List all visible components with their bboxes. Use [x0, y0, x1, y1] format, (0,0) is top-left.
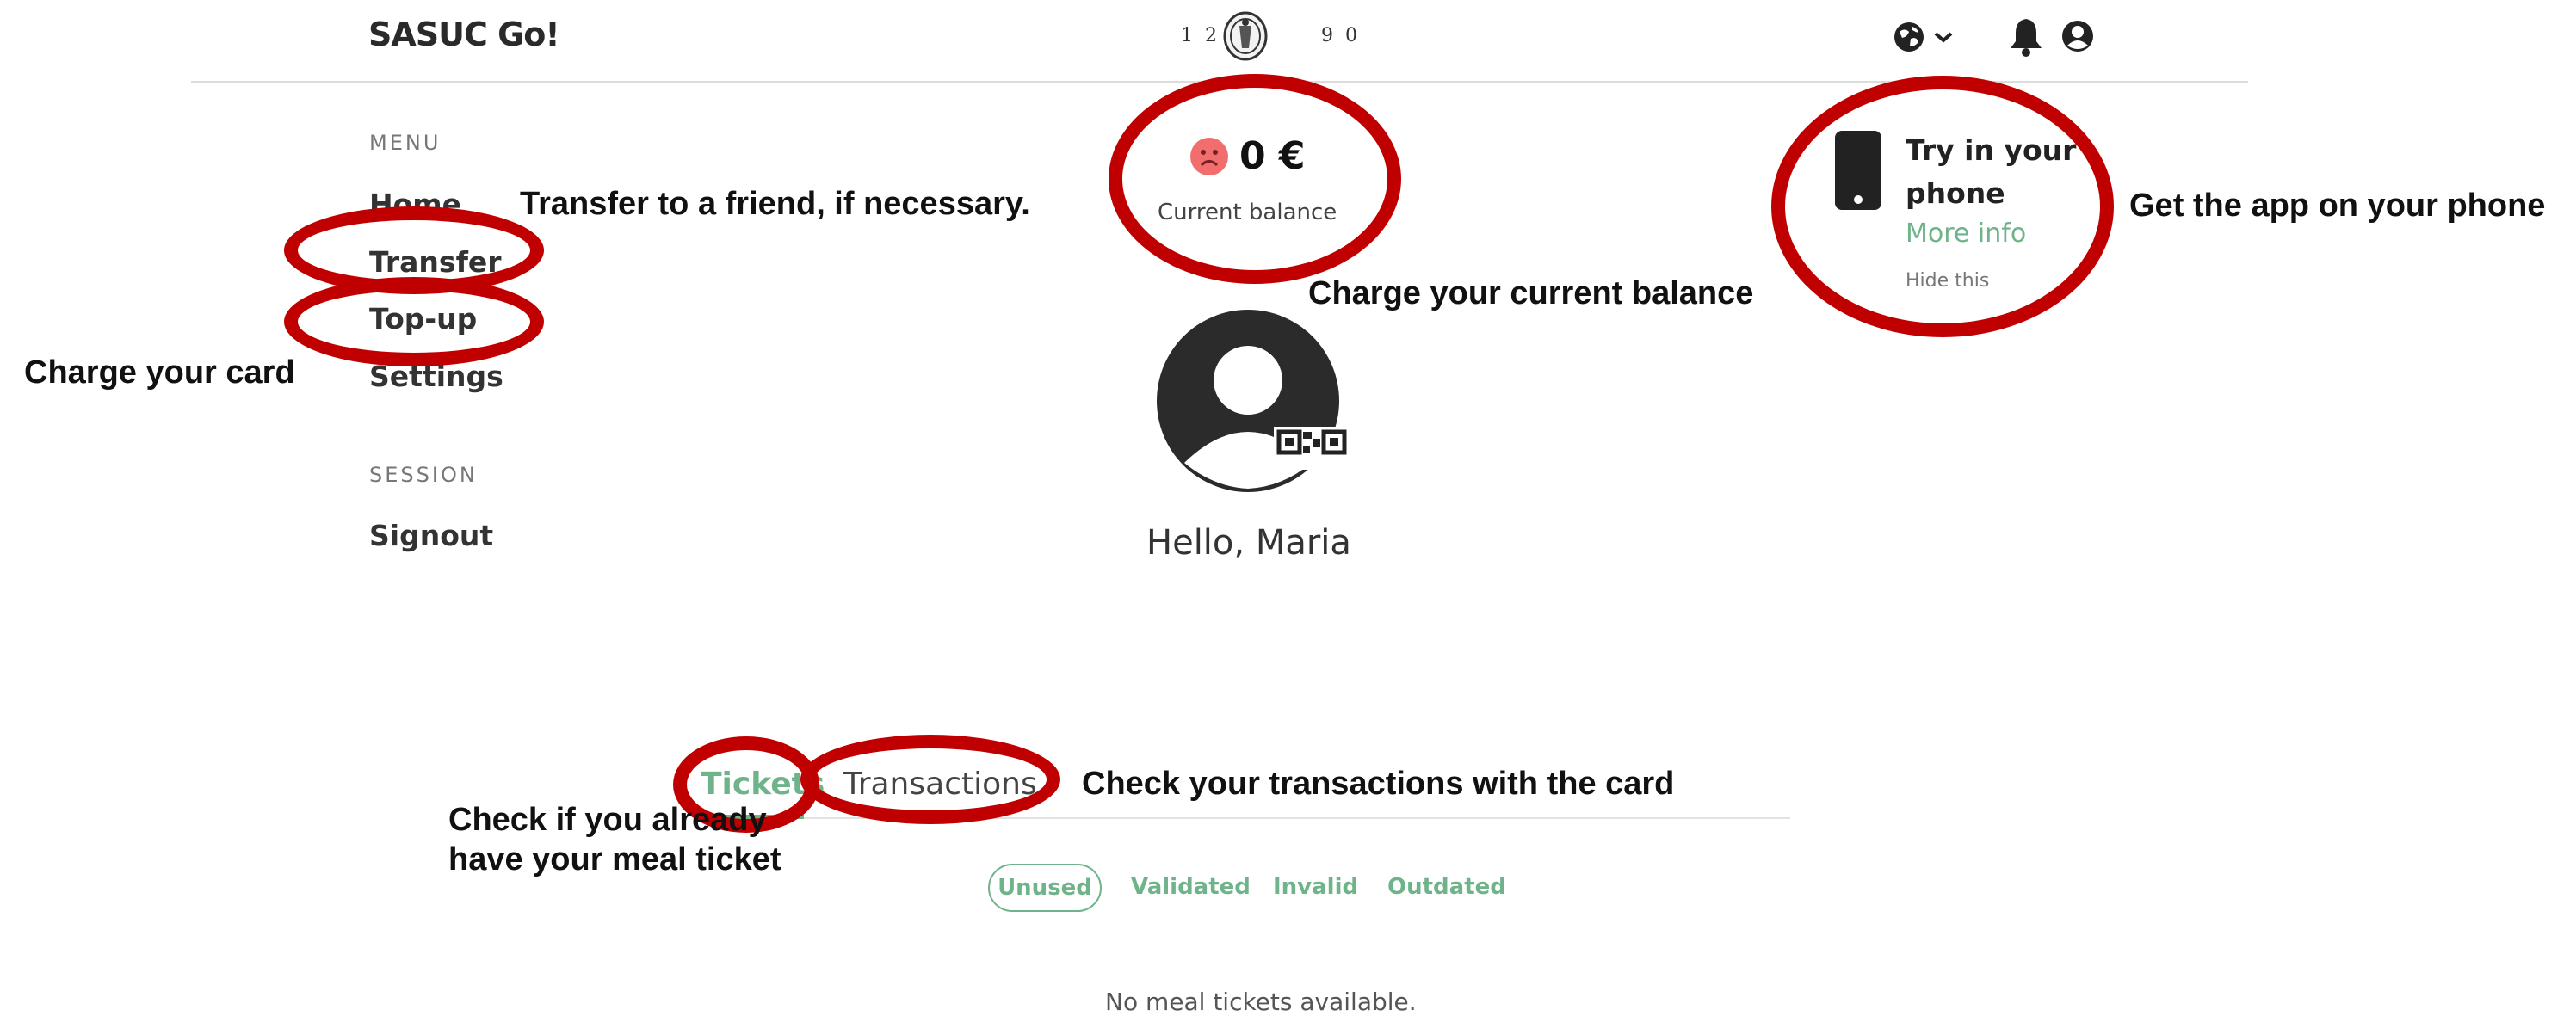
seal-year-right: 90: [1321, 25, 1369, 46]
globe-icon: [1894, 22, 1924, 52]
annotation-charge-balance: Charge your current balance: [1308, 275, 1754, 311]
sidebar-item-settings[interactable]: Settings: [369, 360, 503, 393]
annotation-ring-balance: [1109, 74, 1401, 284]
tabs-divider: [699, 817, 1790, 819]
tab-transactions[interactable]: Transactions: [843, 767, 1037, 802]
filter-validated[interactable]: Validated: [1131, 874, 1251, 900]
avatar-icon[interactable]: [1153, 306, 1351, 496]
balance-display: 0 €: [1189, 134, 1306, 178]
sidebar-item-transfer[interactable]: Transfer: [369, 245, 502, 279]
user-circle-icon[interactable]: [2060, 19, 2095, 53]
annotation-tickets: Check if you already have your meal tick…: [448, 802, 781, 877]
balance-value: 0 €: [1239, 134, 1306, 178]
smartphone-icon: [1835, 131, 1881, 210]
menu-heading: MENU: [369, 131, 442, 155]
tab-tickets[interactable]: Tickets: [701, 767, 825, 802]
hide-promo-link[interactable]: Hide this: [1906, 270, 1989, 292]
sidebar-item-topup[interactable]: Top-up: [369, 302, 477, 336]
annotation-charge-card: Charge your card: [24, 354, 295, 391]
sidebar-item-home[interactable]: Home: [369, 188, 461, 221]
chevron-down-icon: [1934, 32, 1953, 43]
filter-outdated[interactable]: Outdated: [1387, 874, 1506, 900]
sidebar-item-signout[interactable]: Signout: [369, 519, 493, 552]
language-selector[interactable]: [1892, 17, 1961, 57]
more-info-link[interactable]: More info: [1906, 219, 2026, 249]
annotation-get-app: Get the app on your phone: [2129, 188, 2546, 224]
annotation-transactions: Check your transactions with the card: [1082, 766, 1675, 802]
sad-face-icon: [1190, 137, 1228, 175]
qr-code-icon: [1274, 427, 1351, 470]
balance-label: Current balance: [1158, 200, 1337, 225]
bell-icon[interactable]: [2007, 15, 2045, 57]
header-divider: [191, 81, 2248, 83]
session-heading: SESSION: [369, 463, 478, 487]
empty-state-message: No meal tickets available.: [1105, 988, 1417, 1016]
brand-title[interactable]: SASUC Go!: [368, 15, 560, 53]
filter-invalid[interactable]: Invalid: [1273, 874, 1358, 900]
promo-title: Try in your phone: [1906, 133, 2077, 210]
annotation-transfer: Transfer to a friend, if necessary.: [520, 186, 1030, 222]
greeting-text: Hello, Maria: [1146, 523, 1351, 563]
seal-logo: [1223, 11, 1268, 61]
filter-unused[interactable]: Unused: [988, 864, 1102, 912]
